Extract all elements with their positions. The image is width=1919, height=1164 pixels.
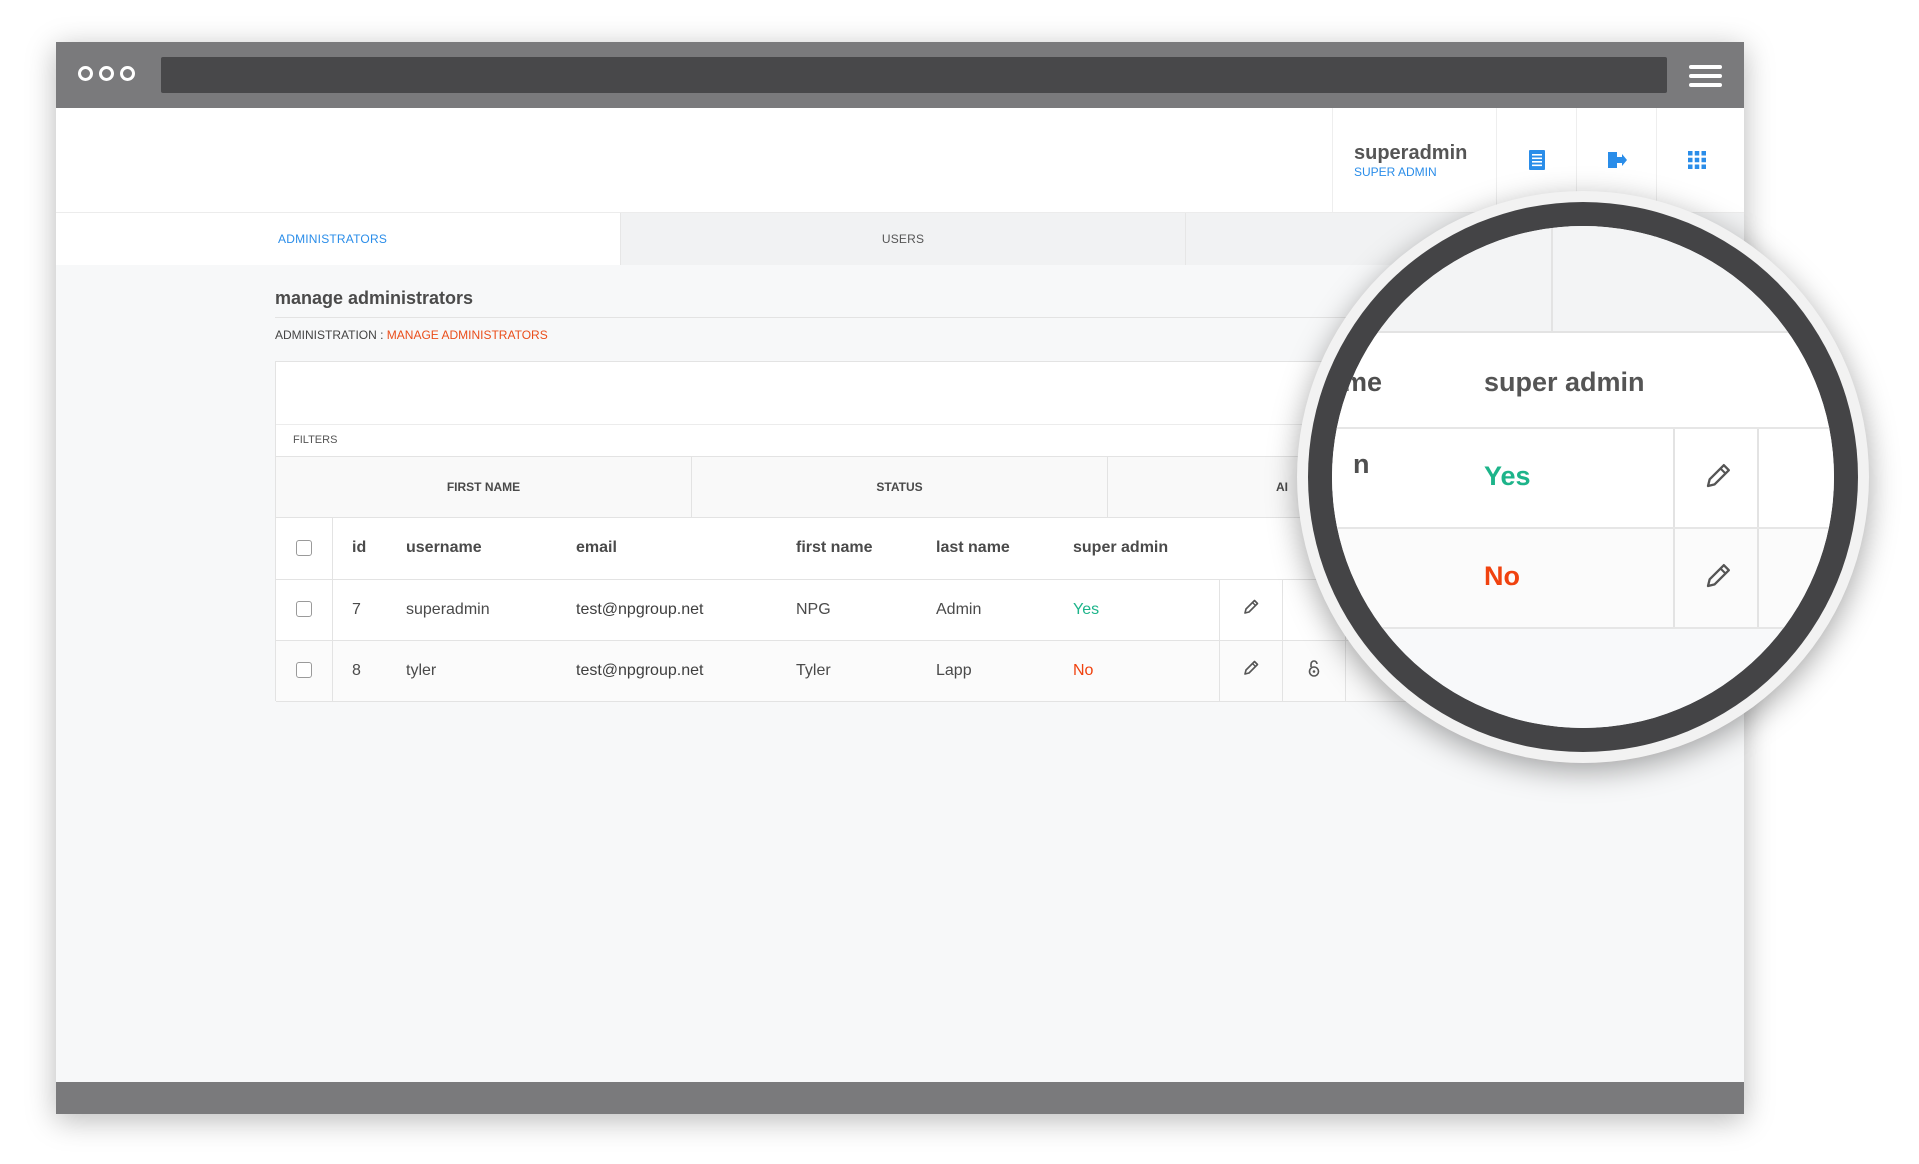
col-header-last-name[interactable]: last name xyxy=(936,518,1073,580)
edit-button[interactable] xyxy=(1219,640,1283,702)
unlock-icon xyxy=(1308,660,1320,677)
row-select-cell xyxy=(276,640,333,702)
col-header-first-name[interactable]: first name xyxy=(796,518,936,580)
address-bar[interactable] xyxy=(161,57,1667,93)
cell-username: tyler xyxy=(406,640,576,702)
breadcrumb-root[interactable]: ADMINISTRATION xyxy=(275,328,377,342)
col-header-id[interactable]: id xyxy=(332,518,406,580)
hamburger-menu-icon[interactable] xyxy=(1689,65,1722,87)
pencil-icon xyxy=(1244,660,1259,675)
breadcrumb-current: MANAGE ADMINISTRATORS xyxy=(386,328,548,342)
cell-first-name: Tyler xyxy=(796,640,936,702)
magnifier-lens: me super admin Yes n No xyxy=(1332,226,1834,728)
window-dot-icon[interactable] xyxy=(78,66,93,81)
user-role: SUPER ADMIN xyxy=(1354,165,1437,179)
filter-first-name[interactable]: FIRST NAME xyxy=(276,457,692,517)
app-header: superadmin SUPER ADMIN xyxy=(56,108,1744,213)
user-profile[interactable]: superadmin SUPER ADMIN xyxy=(1332,108,1496,212)
zoom-row: No xyxy=(1332,529,1834,629)
window-controls xyxy=(78,66,135,81)
cell-username: superadmin xyxy=(406,579,576,641)
zoom-divider xyxy=(1551,226,1553,331)
col-header-email[interactable]: email xyxy=(576,518,796,580)
table-row: 7 superadmin test@npgroup.net NPG Admin … xyxy=(276,579,1494,641)
pencil-icon xyxy=(1244,599,1259,614)
zoom-cell-divider xyxy=(1757,429,1759,527)
user-name: superadmin xyxy=(1354,142,1468,164)
edit-button[interactable] xyxy=(1219,579,1283,641)
col-header-action xyxy=(1219,518,1283,580)
cell-id: 7 xyxy=(332,579,406,641)
select-all-cell xyxy=(276,518,333,580)
row-checkbox[interactable] xyxy=(296,601,312,618)
browser-toolbar xyxy=(56,42,1744,108)
window-dot-icon[interactable] xyxy=(120,66,135,81)
breadcrumb-separator: : xyxy=(376,328,387,342)
cell-id: 8 xyxy=(332,640,406,702)
row-select-cell xyxy=(276,579,333,641)
cell-super-admin: Yes xyxy=(1073,579,1220,641)
cell-last-name: Admin xyxy=(936,579,1073,641)
zoom-super-admin-yes: Yes xyxy=(1484,461,1531,491)
zoom-header-row: me super admin xyxy=(1332,331,1834,429)
table-row: 8 tyler test@npgroup.net Tyler Lapp No xyxy=(276,640,1494,702)
col-header-username[interactable]: username xyxy=(406,518,576,580)
cell-super-admin: No xyxy=(1073,640,1220,702)
cell-email: test@npgroup.net xyxy=(576,579,796,641)
zoom-header-fragment: me xyxy=(1343,367,1383,397)
cell-email: test@npgroup.net xyxy=(576,640,796,702)
filter-status[interactable]: STATUS xyxy=(692,457,1108,517)
col-header-super-admin[interactable]: super admin xyxy=(1073,518,1220,580)
window-dot-icon[interactable] xyxy=(99,66,114,81)
row-checkbox[interactable] xyxy=(296,662,312,679)
select-all-checkbox[interactable] xyxy=(296,540,312,557)
zoom-pencil-icon xyxy=(1703,461,1733,496)
cell-last-name: Lapp xyxy=(936,640,1073,702)
zoom-pencil-icon xyxy=(1703,561,1733,596)
zoom-cell-divider xyxy=(1673,529,1675,627)
zoom-cell-divider xyxy=(1673,429,1675,527)
cell-first-name: NPG xyxy=(796,579,936,641)
tab-users[interactable]: USERS xyxy=(621,213,1186,265)
apps-grid-icon[interactable] xyxy=(1656,108,1736,212)
zoom-row: Yes xyxy=(1332,429,1834,529)
zoom-tab-band xyxy=(1332,226,1834,331)
zoom-empty-area xyxy=(1332,629,1834,728)
zoom-header-super-admin: super admin xyxy=(1484,367,1645,397)
zoom-cell-divider xyxy=(1757,529,1759,627)
zoom-row-fragment: n xyxy=(1353,449,1370,479)
tab-administrators[interactable]: ADMINISTRATORS xyxy=(56,213,621,265)
zoom-super-admin-no: No xyxy=(1484,561,1520,591)
browser-bottom-bar xyxy=(56,1082,1744,1114)
magnifier-callout: me super admin Yes n No xyxy=(1297,191,1869,763)
